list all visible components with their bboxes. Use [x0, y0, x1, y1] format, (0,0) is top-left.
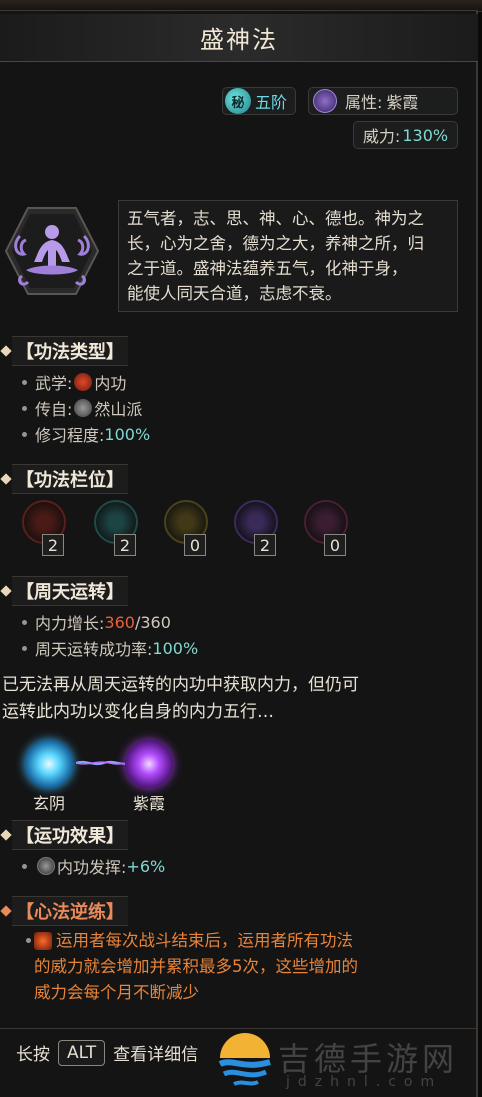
reverse-description: 运用者每次战斗结束后，运用者所有功法 的威力就会增加并累积最多5次，这些增加的 …	[24, 928, 444, 1006]
footer-suffix: 查看详细信	[113, 1045, 199, 1065]
element-to-label: 紫霞	[132, 794, 165, 813]
growth-row: 内力增长: 360 /360	[22, 610, 171, 634]
element-to: 紫霞	[122, 740, 176, 814]
origin-value: 然山派	[94, 400, 143, 419]
martial-label: 武学:	[35, 374, 73, 393]
diamond-bullet-icon	[0, 829, 12, 841]
diamond-bullet-icon	[0, 585, 12, 597]
slot-item[interactable]: 0	[302, 500, 352, 558]
reverse-line-text: 运用者每次战斗结束后，运用者所有功法	[56, 931, 353, 950]
section-type-header: 【功法类型】	[0, 336, 128, 366]
reverse-line: 威力会每个月不断减少	[34, 983, 199, 1002]
section-reverse-header: 【心法逆练】	[0, 896, 128, 926]
progress-value: 100%	[104, 424, 151, 444]
reverse-fire-icon	[34, 932, 52, 950]
description-line: 之于道。盛神法蕴养五气，化神于身，	[127, 259, 408, 278]
martial-row: 武学: 内功	[22, 370, 126, 394]
section-type-title: 【功法类型】	[12, 336, 128, 366]
rank-text: 五阶	[255, 93, 288, 112]
section-cycle-title: 【周天运转】	[12, 576, 128, 606]
diamond-bullet-icon	[0, 345, 12, 357]
progress-row: 修习程度: 100%	[22, 422, 150, 446]
description-line: 五气者，志、思、神、心、德也。神为之	[127, 209, 424, 228]
secret-badge-icon: 秘	[225, 88, 251, 114]
note-line: 已无法再从周天运转的内功中获取内力，但仍可	[2, 675, 359, 695]
bullet-dot-icon	[22, 379, 27, 385]
diamond-bullet-icon	[0, 905, 12, 917]
slot-item[interactable]: 2	[92, 500, 142, 558]
martial-value: 内功	[94, 374, 127, 393]
bullet-dot-icon	[26, 938, 31, 943]
slot-count: 2	[114, 534, 136, 556]
effect-label: 内功发挥:	[57, 858, 127, 877]
element-from: 玄阴	[22, 740, 76, 814]
inner-skill-icon	[74, 373, 93, 391]
slot-count: 2	[254, 534, 276, 556]
origin-row: 传自: 然山派	[22, 396, 142, 420]
section-effect-title: 【运功效果】	[12, 820, 128, 850]
footer-hint: 长按 ALT 查看详细信	[0, 1028, 478, 1076]
bullet-dot-icon	[22, 645, 27, 651]
section-reverse-title: 【心法逆练】	[12, 896, 128, 926]
reverse-line: 运用者每次战斗结束后，运用者所有功法	[24, 928, 444, 954]
section-cycle-header: 【周天运转】	[0, 576, 128, 606]
bullet-dot-icon	[22, 405, 27, 411]
power-tag: 威力: 130%	[353, 121, 458, 149]
progress-label: 修习程度:	[35, 426, 105, 445]
xuanyin-orb-icon	[25, 740, 73, 788]
bullet-dot-icon	[22, 431, 27, 437]
description-line: 能使人同天合道，志虑不衰。	[127, 284, 342, 303]
footer-prefix: 长按	[16, 1045, 50, 1065]
element-from-label: 玄阴	[32, 794, 65, 813]
attribute-value: 紫霞	[386, 93, 419, 112]
rank-tag: 秘 五阶	[222, 87, 296, 115]
note-line: 运转此内功以变化自身的内力五行…	[2, 702, 274, 722]
slot-item[interactable]: 2	[232, 500, 282, 558]
diamond-bullet-icon	[0, 473, 12, 485]
power-value: 130%	[402, 125, 449, 145]
bullet-dot-icon	[22, 619, 27, 625]
slot-item[interactable]: 2	[20, 500, 70, 558]
effect-row: 内功发挥: +6%	[22, 854, 165, 878]
description-line: 长，心为之舍，德为之大，养神之所，归	[127, 234, 424, 253]
attribute-tag: 属性: 紫霞	[308, 87, 458, 115]
skill-title: 盛神法	[200, 26, 278, 54]
rate-label: 周天运转成功率:	[35, 640, 153, 659]
section-effect-header: 【运功效果】	[0, 820, 128, 850]
skill-description: 五气者，志、思、神、心、德也。神为之 长，心为之舍，德为之大，养神之所，归 之于…	[118, 200, 458, 312]
bullet-dot-icon	[22, 863, 27, 869]
slot-count: 0	[184, 534, 206, 556]
purple-cloud-icon	[313, 89, 337, 113]
growth-label: 内力增长:	[35, 614, 105, 633]
growth-current: 360	[104, 612, 135, 632]
slot-item[interactable]: 0	[162, 500, 212, 558]
cycle-note: 已无法再从周天运转的内功中获取内力，但仍可 运转此内功以变化自身的内力五行…	[2, 672, 472, 726]
inner-power-icon	[37, 857, 55, 875]
power-label: 威力:	[362, 127, 401, 146]
meditation-skill-icon	[4, 207, 100, 295]
growth-max: /360	[134, 612, 171, 632]
zixia-orb-icon	[125, 740, 173, 788]
section-slots-title: 【功法栏位】	[12, 464, 128, 494]
slot-count: 0	[324, 534, 346, 556]
section-slots-header: 【功法栏位】	[0, 464, 128, 494]
effect-value: +6%	[126, 856, 166, 876]
slot-list: 2 2 0 2 0	[20, 500, 360, 560]
sect-emblem-icon	[74, 399, 93, 417]
slot-count: 2	[42, 534, 64, 556]
origin-label: 传自:	[35, 400, 73, 419]
reverse-line: 的威力就会增加并累积最多5次，这些增加的	[34, 957, 358, 976]
alt-key-badge[interactable]: ALT	[58, 1039, 106, 1066]
rate-value: 100%	[152, 638, 199, 658]
rate-row: 周天运转成功率: 100%	[22, 636, 198, 660]
attribute-label: 属性:	[345, 93, 383, 112]
title-bar: 盛神法	[0, 14, 478, 62]
